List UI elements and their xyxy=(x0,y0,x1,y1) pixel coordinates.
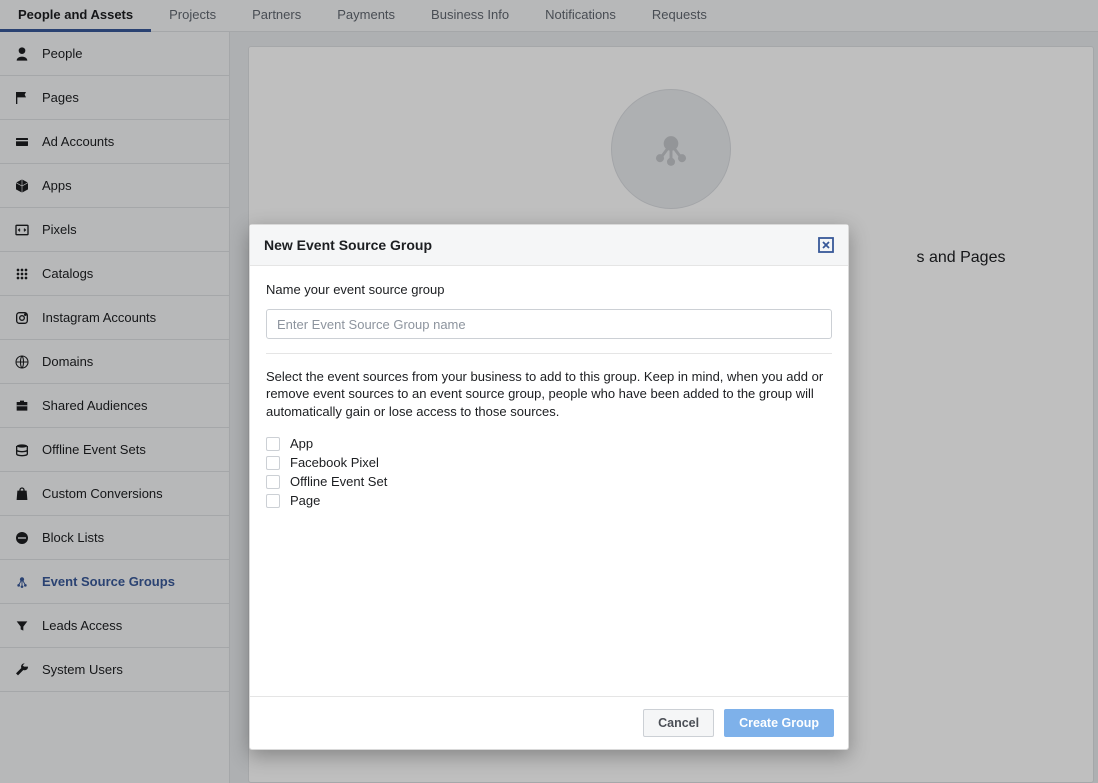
divider xyxy=(266,353,832,354)
modal-footer: Cancel Create Group xyxy=(250,696,848,749)
source-option-app[interactable]: App xyxy=(266,434,832,453)
modal-body: Name your event source group Select the … xyxy=(250,266,848,696)
create-group-button[interactable]: Create Group xyxy=(724,709,834,737)
source-option-page[interactable]: Page xyxy=(266,491,832,510)
new-event-source-group-modal: New Event Source Group Name your event s… xyxy=(249,224,849,750)
modal-overlay: New Event Source Group Name your event s… xyxy=(0,0,1098,783)
modal-header: New Event Source Group xyxy=(250,225,848,266)
modal-title: New Event Source Group xyxy=(264,237,432,253)
checkbox-icon[interactable] xyxy=(266,475,280,489)
source-option-facebook-pixel[interactable]: Facebook Pixel xyxy=(266,453,832,472)
name-field-label: Name your event source group xyxy=(266,282,832,297)
source-options-list: App Facebook Pixel Offline Event Set Page xyxy=(266,434,832,510)
checkbox-icon[interactable] xyxy=(266,456,280,470)
source-option-label: App xyxy=(290,436,313,451)
checkbox-icon[interactable] xyxy=(266,437,280,451)
cancel-button[interactable]: Cancel xyxy=(643,709,714,737)
group-name-input[interactable] xyxy=(266,309,832,339)
source-option-offline-event-set[interactable]: Offline Event Set xyxy=(266,472,832,491)
source-option-label: Facebook Pixel xyxy=(290,455,379,470)
help-text: Select the event sources from your busin… xyxy=(266,368,832,420)
source-option-label: Offline Event Set xyxy=(290,474,387,489)
checkbox-icon[interactable] xyxy=(266,494,280,508)
close-icon[interactable] xyxy=(818,237,834,253)
source-option-label: Page xyxy=(290,493,320,508)
